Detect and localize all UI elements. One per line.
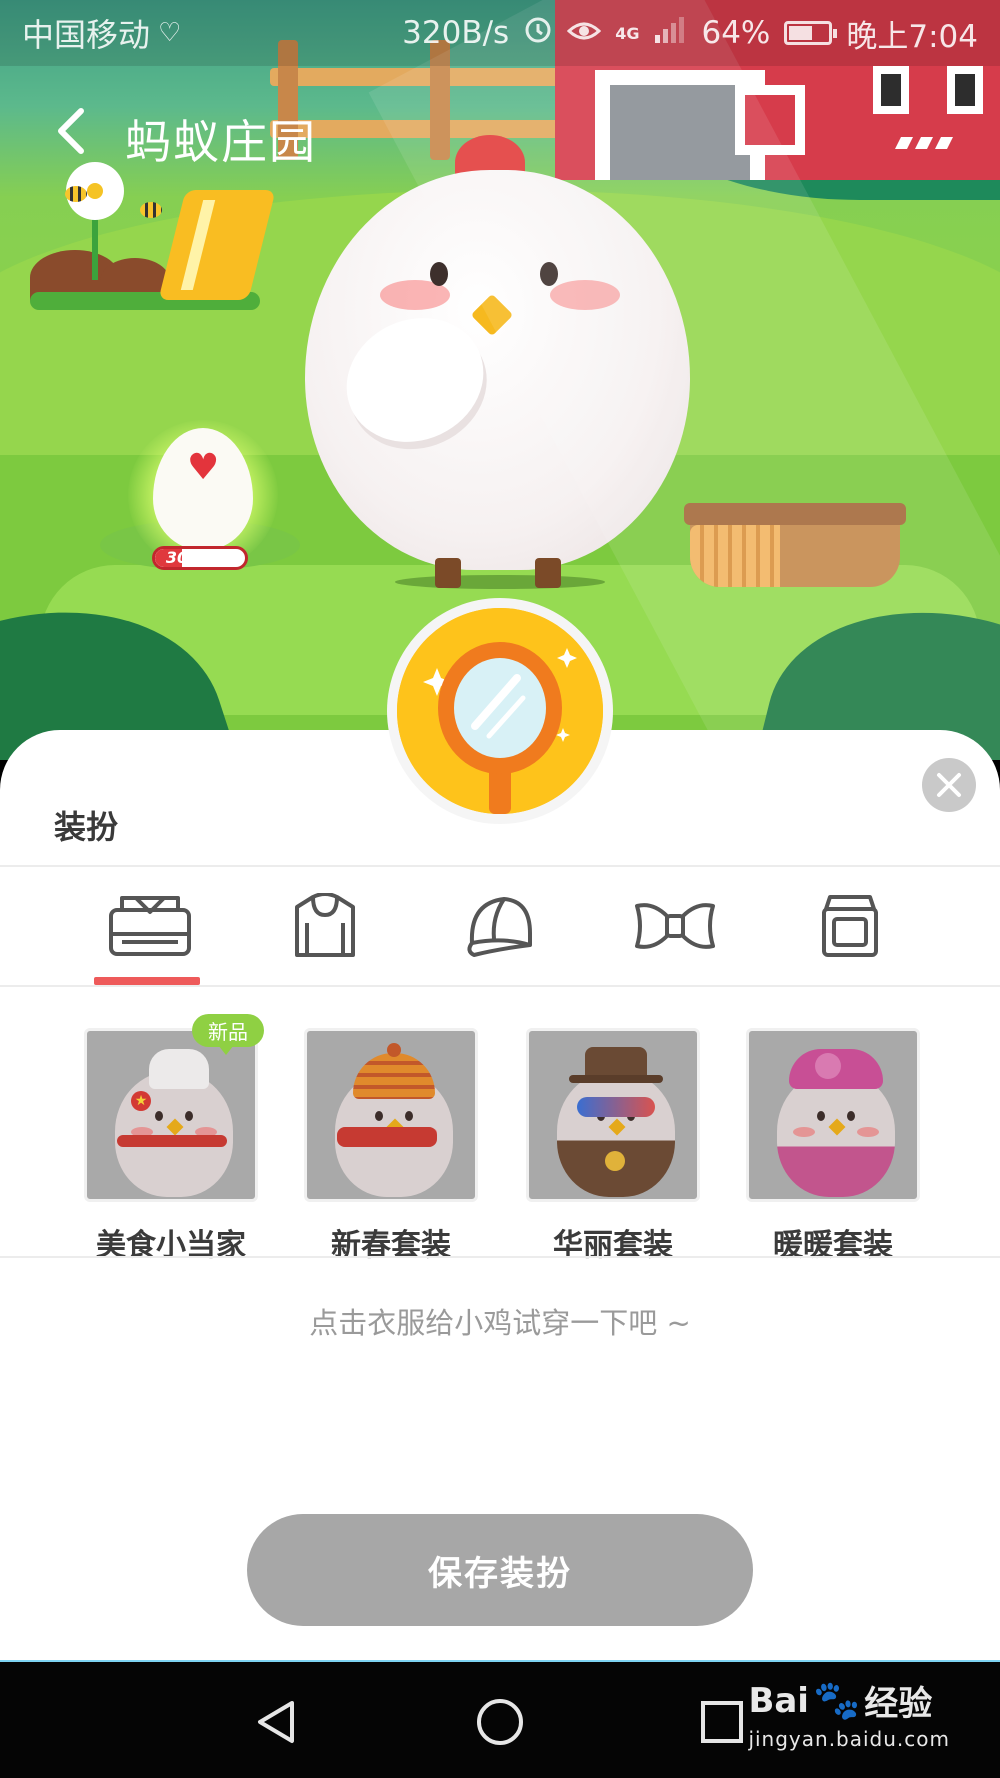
status-bar: 中国移动 ♡ 320B/s 4G 64% 晚上7:04: [0, 0, 1000, 66]
panel-title: 装扮: [54, 808, 119, 846]
triangle-back-icon: [258, 1701, 294, 1743]
tryon-hint: 点击衣服给小鸡试穿一下吧 ~: [309, 1306, 691, 1340]
more-button[interactable]: [890, 124, 960, 164]
divider: [0, 985, 1000, 987]
nav-home-button[interactable]: [468, 1690, 532, 1754]
baidu-watermark: Bai 🐾 经验 jingyan.baidu.com: [748, 1676, 950, 1751]
back-button[interactable]: [35, 96, 105, 166]
tab-hat[interactable]: [425, 867, 575, 985]
net-speed: 320B/s: [402, 15, 510, 51]
eye-icon: [567, 15, 602, 51]
dressup-panel: 装扮 新品 ★ 美食小当家 新春套装 华丽套装 暖暖套装 点击衣服给小鸡试穿一下…: [0, 730, 1000, 1660]
outfit-item[interactable]: 新春套装: [304, 1012, 484, 1263]
outfit-thumbnail: [304, 1028, 478, 1202]
shirt-icon: [109, 896, 191, 956]
outfit-item[interactable]: 新品 ★ 美食小当家: [84, 1012, 264, 1263]
chick-eye: [430, 262, 448, 286]
signal-icon: [653, 15, 687, 51]
nav-back-button[interactable]: [245, 1690, 309, 1754]
chevron-left-icon: [58, 108, 84, 154]
tab-hoodie[interactable]: [250, 867, 400, 985]
close-icon: [937, 773, 961, 797]
outfit-thumbnail: [746, 1028, 920, 1202]
battery-percent: 64%: [701, 15, 771, 51]
page-title: 蚂蚁庄园: [125, 115, 317, 169]
outfit-thumbnail: [526, 1028, 700, 1202]
mirror-icon: [397, 608, 603, 814]
divider: [0, 1256, 1000, 1258]
clock: 晚上7:04: [846, 18, 978, 55]
system-nav-bar: Bai 🐾 经验 jingyan.baidu.com: [0, 1660, 1000, 1778]
bowtie-icon: [635, 903, 715, 949]
bee-icon: [140, 202, 162, 218]
carrier-label: 中国移动: [22, 16, 151, 54]
new-badge: 新品: [192, 1014, 264, 1055]
sunglasses-icon: [577, 1097, 655, 1117]
egg-progress-label: 30%: [165, 548, 205, 567]
battery-icon: [784, 21, 838, 45]
health-heart-icon: ♡: [158, 18, 182, 48]
beanie-icon: [353, 1053, 435, 1099]
dressup-mirror-badge: [387, 598, 613, 824]
circle-home-icon: [477, 1699, 523, 1745]
gold-chain-icon: [605, 1151, 625, 1171]
square-recents-icon: [701, 1701, 743, 1743]
tab-bag[interactable]: [775, 867, 925, 985]
cap-icon: [467, 897, 532, 957]
network-type: 4G: [615, 23, 640, 43]
hoodie-icon: [295, 893, 355, 957]
nav-recents-button[interactable]: [690, 1690, 754, 1754]
egg-progress-bar: 30%: [152, 546, 248, 570]
category-tabs: [0, 867, 1000, 985]
chef-hat-icon: [149, 1049, 209, 1089]
close-button[interactable]: [922, 758, 976, 812]
tab-accessory[interactable]: [600, 867, 750, 985]
more-icon: [895, 137, 953, 149]
scarf-icon: [337, 1127, 437, 1147]
paw-icon: 🐾: [812, 1678, 861, 1722]
outfit-list: 新品 ★ 美食小当家 新春套装 华丽套装 暖暖套装: [0, 1012, 1000, 1263]
watermark-brand-cn: 经验: [864, 1684, 933, 1724]
outfit-item[interactable]: 暖暖套装: [746, 1012, 926, 1263]
app-header: 蚂蚁庄园: [0, 66, 1000, 196]
tab-shirt[interactable]: [75, 867, 225, 985]
watermark-brand: Bai: [748, 1680, 809, 1721]
scarf-icon: [117, 1135, 227, 1147]
alarm-icon: [523, 14, 553, 52]
watermark-url: jingyan.baidu.com: [748, 1727, 950, 1751]
bag-icon: [822, 895, 878, 957]
save-outfit-button[interactable]: 保存装扮: [247, 1514, 753, 1626]
outfit-item[interactable]: 华丽套装: [526, 1012, 706, 1263]
flower-stem: [92, 210, 98, 280]
star-badge-icon: ★: [131, 1091, 151, 1111]
heart-icon: ♥: [187, 447, 220, 488]
